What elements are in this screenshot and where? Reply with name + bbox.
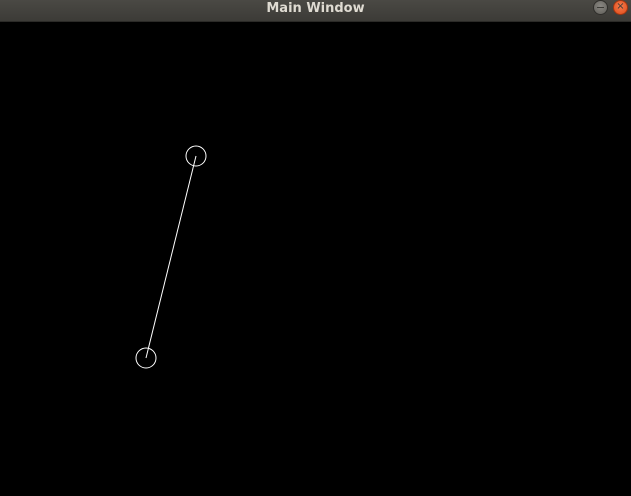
main-window: Main Window × — [0, 0, 631, 496]
window-titlebar[interactable]: Main Window × — [0, 0, 631, 22]
connecting-line — [145, 155, 197, 359]
drawing-canvas[interactable] — [0, 22, 631, 496]
drawing-surface — [135, 145, 207, 369]
close-icon: × — [616, 1, 625, 12]
minimize-button[interactable] — [593, 0, 608, 15]
close-button[interactable]: × — [613, 0, 628, 15]
window-title: Main Window — [266, 1, 365, 16]
